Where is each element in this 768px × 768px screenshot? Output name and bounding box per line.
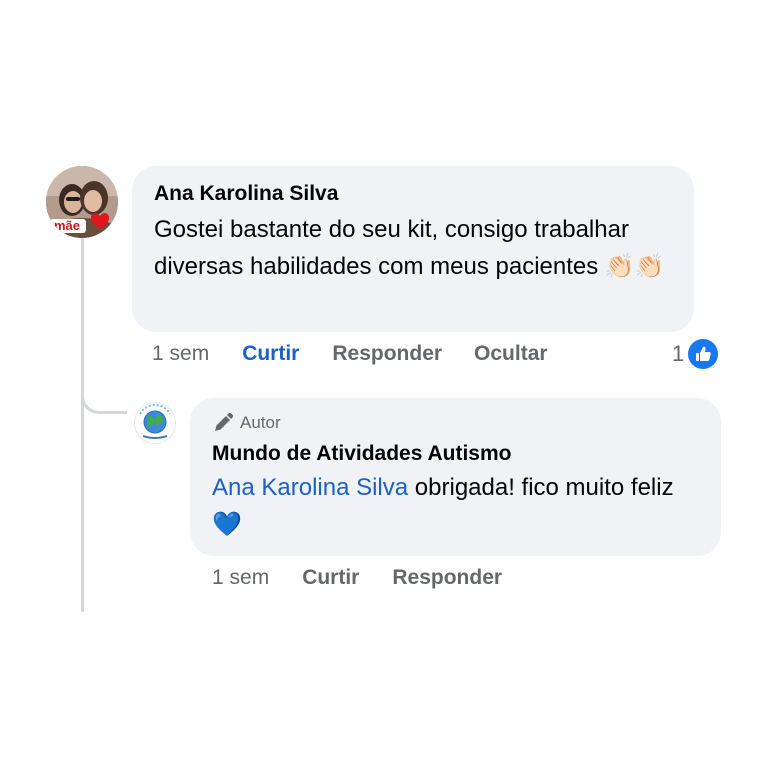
reply-timestamp[interactable]: 1 sem	[212, 566, 269, 590]
avatar-label: mãe	[54, 218, 81, 233]
comment-author[interactable]: Ana Karolina Silva	[154, 180, 672, 208]
avatar[interactable]: mãe	[46, 166, 118, 238]
reply-author[interactable]: Mundo de Atividades Autismo	[212, 440, 699, 468]
globe-logo-icon	[135, 403, 175, 443]
reply-actions: 1 sem Curtir Responder	[212, 566, 502, 590]
reply-reply-button[interactable]: Responder	[392, 566, 502, 590]
clapping-hands-emoji: 👏🏻👏🏻	[604, 252, 665, 280]
mention-link[interactable]: Ana Karolina Silva	[212, 474, 408, 501]
reply-avatar[interactable]	[134, 402, 176, 444]
thread-line	[81, 238, 84, 612]
pencil-icon	[215, 412, 234, 431]
reaction-summary[interactable]: 1	[672, 339, 719, 369]
comment-body: Gostei bastante do seu kit, consigo trab…	[154, 216, 629, 280]
reply-like-button[interactable]: Curtir	[302, 566, 359, 590]
reaction-count: 1	[672, 341, 685, 366]
comment-bubble: Ana Karolina Silva Gostei bastante do se…	[132, 166, 694, 332]
reply-button[interactable]: Responder	[332, 342, 442, 366]
reply-text: Ana Karolina Silva obrigada! fico muito …	[212, 470, 699, 543]
comment-timestamp[interactable]: 1 sem	[152, 342, 209, 366]
like-button[interactable]: Curtir	[242, 342, 299, 366]
hide-button[interactable]: Ocultar	[474, 342, 548, 366]
author-badge-label: Autor	[240, 413, 281, 432]
reply-body: obrigada! fico muito feliz	[408, 474, 674, 501]
blue-heart-emoji: 💙	[212, 510, 242, 538]
reply-connector	[81, 378, 127, 414]
reply-bubble: Autor Mundo de Atividades Autismo Ana Ka…	[190, 398, 721, 556]
comment-actions: 1 sem Curtir Responder Ocultar	[152, 342, 548, 366]
comment-text: Gostei bastante do seu kit, consigo trab…	[154, 212, 672, 285]
like-icon	[688, 339, 719, 369]
author-badge: Autor	[212, 412, 699, 434]
